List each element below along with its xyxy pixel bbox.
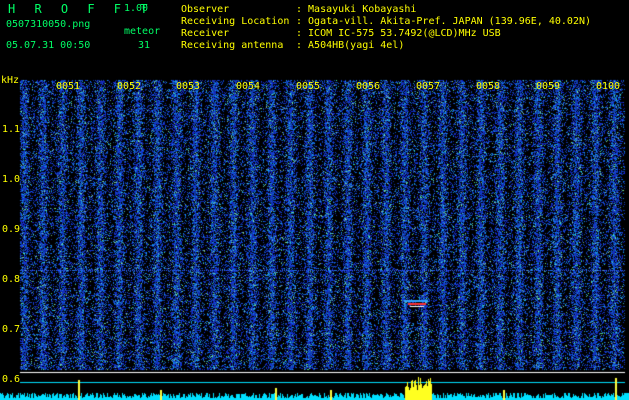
spectrogram-canvas bbox=[0, 70, 629, 400]
tick-label: 0.8 bbox=[2, 274, 21, 285]
time-label: 0056 bbox=[356, 81, 381, 92]
capture-datetime: 05.07.31 00:50 bbox=[6, 40, 91, 51]
time-label: 0100 bbox=[596, 81, 621, 92]
app-version: 1.00 bbox=[124, 3, 149, 14]
tick-label: 0.7 bbox=[2, 324, 21, 335]
meteor-count-value: 31 bbox=[138, 40, 151, 51]
location-label: Receiving Location bbox=[181, 16, 290, 27]
observer-value: : Masayuki Kobayashi bbox=[296, 4, 417, 15]
time-label: 0057 bbox=[416, 81, 441, 92]
meteor-count-label: meteor bbox=[124, 26, 161, 37]
antenna-label: Receiving antenna bbox=[181, 40, 284, 51]
spectrogram-panel: kHz 1.1 1.0 0.9 0.8 0.7 0.6 0051 0052 00… bbox=[0, 70, 629, 400]
axis-unit-label: kHz bbox=[1, 75, 20, 86]
time-label: 0055 bbox=[296, 81, 321, 92]
time-label: 0053 bbox=[176, 81, 201, 92]
receiver-value: : ICOM IC-575 53.7492(@LCD)MHz USB bbox=[296, 28, 501, 39]
antenna-value: : A504HB(yagi 4el) bbox=[296, 40, 405, 51]
time-label: 0052 bbox=[117, 81, 142, 92]
tick-label: 1.1 bbox=[2, 124, 21, 135]
tick-label: 0.9 bbox=[2, 224, 21, 235]
time-label: 0059 bbox=[536, 81, 561, 92]
time-label: 0051 bbox=[56, 81, 81, 92]
time-label: 0058 bbox=[476, 81, 501, 92]
time-label: 0054 bbox=[236, 81, 261, 92]
file-name: 0507310050.png bbox=[6, 19, 91, 30]
observer-label: Observer bbox=[181, 4, 230, 15]
tick-label: 0.6 bbox=[2, 374, 21, 385]
location-value: : Ogata-vill. Akita-Pref. JAPAN (139.96E… bbox=[296, 16, 592, 27]
tick-label: 1.0 bbox=[2, 174, 21, 185]
receiver-label: Receiver bbox=[181, 28, 230, 39]
